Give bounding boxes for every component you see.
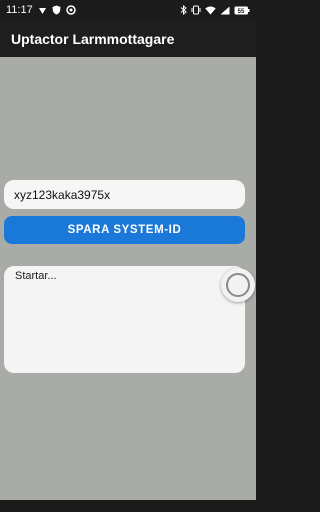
cell-signal-icon — [220, 6, 230, 15]
sync-icon — [65, 5, 76, 15]
status-time: 11:17 — [6, 4, 33, 16]
system-id-input[interactable] — [4, 180, 245, 209]
status-left: 11:17 — [6, 4, 76, 16]
bluetooth-icon — [180, 5, 187, 15]
vibrate-icon — [191, 5, 201, 15]
log-area: Startar... — [4, 266, 245, 373]
status-bar: 11:17 55 — [0, 0, 256, 20]
shield-icon — [52, 5, 61, 15]
battery-icon: 55 — [234, 6, 250, 15]
loading-spinner-icon — [221, 268, 255, 302]
main-content: SPARA SYSTEM-ID Startar... — [0, 57, 256, 500]
save-system-id-button[interactable]: SPARA SYSTEM-ID — [4, 216, 245, 244]
status-right: 55 — [180, 5, 250, 15]
app-title: Uptactor Larmmottagare — [11, 30, 175, 47]
battery-level: 55 — [238, 8, 245, 14]
navigation-bar — [0, 500, 256, 512]
app-bar: Uptactor Larmmottagare — [0, 20, 256, 57]
signal-icon — [38, 6, 47, 15]
log-text: Startar... — [15, 270, 57, 282]
wifi-icon — [205, 6, 216, 15]
